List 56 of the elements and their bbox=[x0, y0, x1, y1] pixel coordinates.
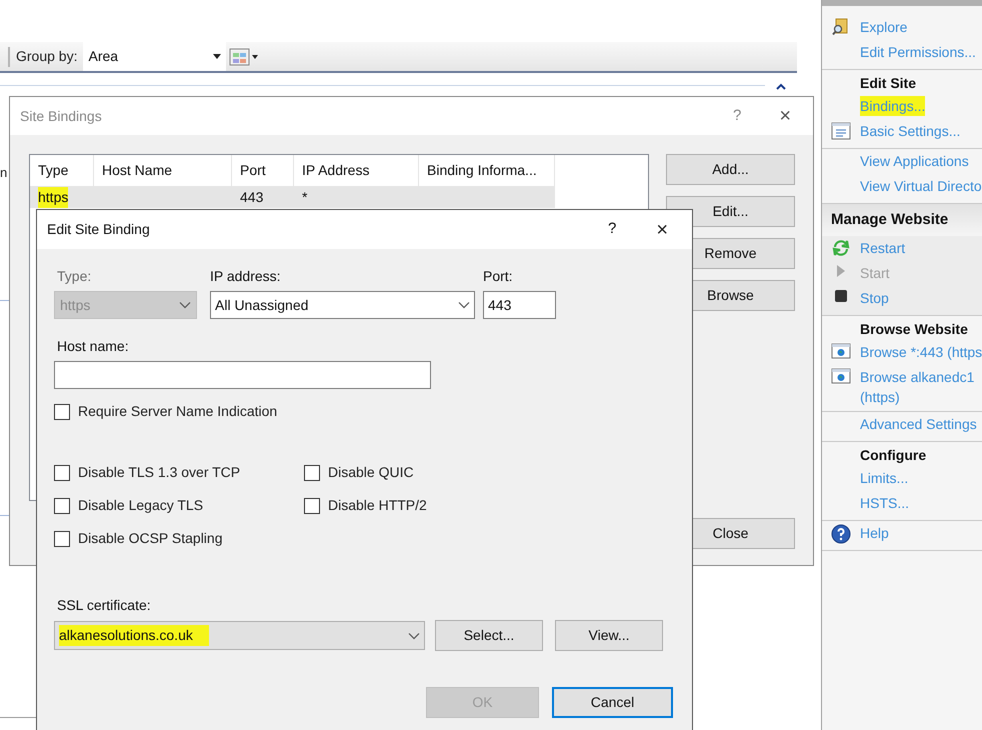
view-grid-icon[interactable] bbox=[229, 46, 260, 66]
help-button[interactable]: ? bbox=[608, 218, 616, 241]
refresh-icon bbox=[832, 239, 850, 257]
stop-icon bbox=[834, 289, 848, 303]
group-heading: Edit Site bbox=[859, 74, 918, 93]
checkbox-label: Disable QUIC bbox=[328, 463, 414, 482]
host-name-field[interactable] bbox=[54, 361, 431, 389]
checkbox-label: Require Server Name Indication bbox=[78, 402, 278, 421]
collapse-caret-icon[interactable] bbox=[776, 83, 786, 90]
browser-globe-icon bbox=[831, 368, 851, 384]
field-label: Host name: bbox=[57, 337, 130, 356]
ssl-certificate-dropdown[interactable]: alkanesolutions.co.uk bbox=[54, 621, 425, 650]
window-title: Site Bindings bbox=[20, 106, 102, 126]
cut-off-text: n bbox=[0, 165, 8, 181]
checkbox[interactable] bbox=[54, 404, 70, 420]
group-heading: Browse Website bbox=[859, 320, 969, 339]
cancel-button[interactable]: Cancel bbox=[552, 687, 673, 718]
play-icon bbox=[835, 264, 847, 278]
table-cell-text: * bbox=[302, 188, 308, 206]
checkbox[interactable] bbox=[54, 464, 70, 480]
dropdown-arrow-icon bbox=[213, 54, 222, 59]
checkbox[interactable] bbox=[54, 498, 70, 514]
checkbox-label: Disable TLS 1.3 over TCP bbox=[78, 463, 240, 482]
chevron-down-icon bbox=[408, 632, 420, 640]
ip-address-dropdown[interactable]: All Unassigned bbox=[210, 291, 475, 319]
checkbox[interactable] bbox=[54, 530, 70, 546]
table-cell-text: 443 bbox=[240, 188, 264, 206]
field-label: IP address: bbox=[210, 267, 282, 286]
window-settings-icon bbox=[831, 122, 851, 140]
checkbox-label: Disable Legacy TLS bbox=[78, 496, 204, 515]
chevron-down-icon bbox=[179, 301, 191, 309]
select-button[interactable]: Select... bbox=[435, 620, 543, 651]
view-button[interactable]: View... bbox=[555, 620, 663, 651]
checkbox[interactable] bbox=[304, 498, 320, 514]
section-heading: Manage Website bbox=[822, 204, 982, 236]
port-field[interactable]: 443 bbox=[483, 291, 556, 319]
help-icon bbox=[831, 524, 851, 544]
window-title: Edit Site Binding bbox=[47, 220, 150, 239]
folder-search-icon bbox=[832, 18, 850, 36]
close-button[interactable]: × bbox=[779, 101, 791, 131]
table-row[interactable]: https 443 * bbox=[30, 186, 555, 208]
dialog-button[interactable]: Add... bbox=[666, 154, 795, 185]
table-cell: https bbox=[38, 186, 68, 208]
checkbox-label: Disable OCSP Stapling bbox=[78, 529, 222, 548]
group-by-dropdown[interactable]: Area bbox=[83, 42, 226, 71]
chevron-down-icon bbox=[458, 301, 470, 309]
group-by-label: Group by: bbox=[16, 47, 78, 66]
help-button[interactable]: ? bbox=[732, 104, 742, 128]
close-button[interactable]: × bbox=[656, 214, 668, 244]
checkbox[interactable] bbox=[304, 464, 320, 480]
checkbox-label: Disable HTTP/2 bbox=[328, 496, 427, 515]
field-label: Type: bbox=[57, 267, 92, 286]
browser-globe-icon bbox=[831, 343, 851, 359]
group-heading: Configure bbox=[859, 446, 928, 465]
field-label: Port: bbox=[483, 267, 514, 286]
field-label: SSL certificate: bbox=[57, 596, 152, 615]
